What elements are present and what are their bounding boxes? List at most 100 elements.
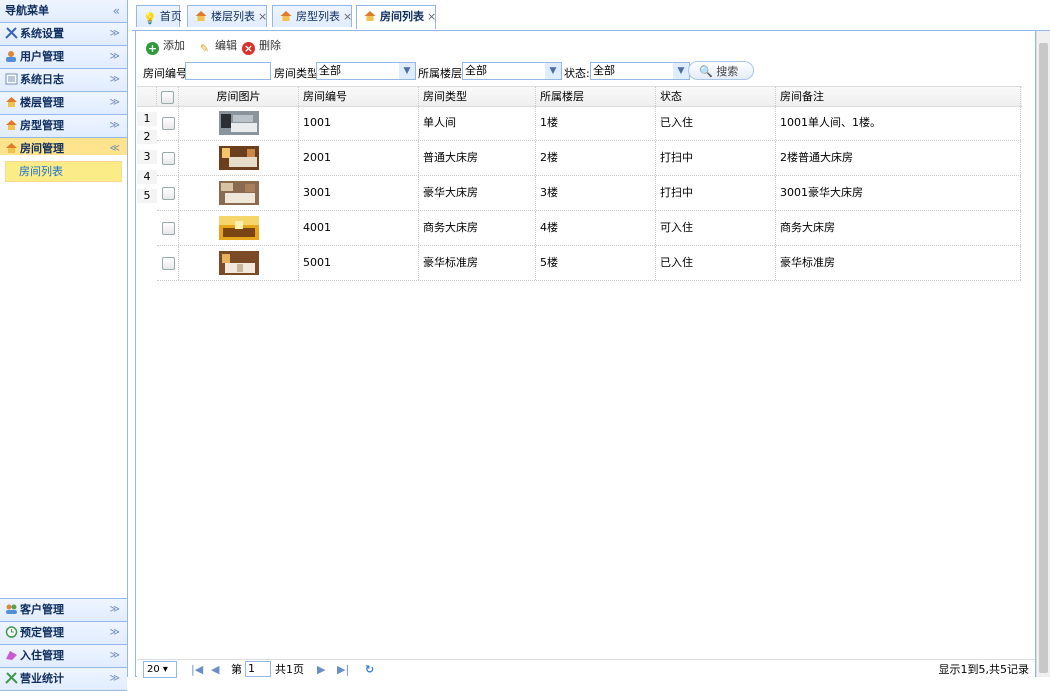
double-chevron-left-icon[interactable]: «	[113, 0, 120, 22]
chevron-down-icon[interactable]: ▼	[545, 63, 561, 79]
accordion-system-settings[interactable]: 系统设置 ≫	[0, 23, 127, 46]
close-icon[interactable]: ×	[343, 10, 352, 23]
row-number: 5	[137, 189, 157, 203]
row-checkbox[interactable]	[162, 151, 175, 165]
house-icon	[6, 143, 17, 153]
reserve-icon	[5, 626, 18, 638]
room-image-cell	[179, 141, 299, 175]
table-row[interactable]: 4001 商务大床房 4楼 可入住 商务大床房	[157, 211, 1021, 246]
chevron-down-icon: ≫	[109, 650, 120, 661]
accordion-floor-management[interactable]: 楼层管理 ≫	[0, 92, 127, 115]
first-page-icon[interactable]: |◀	[191, 662, 203, 678]
accordion-business-stats[interactable]: 营业统计 ≫	[0, 668, 127, 691]
accordion-label: 营业统计	[20, 672, 64, 685]
accordion-system-log[interactable]: 系统日志 ≫	[0, 69, 127, 92]
row-checkbox[interactable]	[162, 186, 175, 200]
delete-button[interactable]: × 删除	[242, 37, 281, 55]
accordion-label: 房型管理	[20, 119, 64, 132]
room-photo	[219, 181, 259, 205]
search-icon: 🔍	[699, 65, 713, 78]
floor-select[interactable]: 全部 ▼	[462, 62, 562, 80]
table-row[interactable]: 3001 豪华大床房 3楼 打扫中 3001豪华大床房	[157, 176, 1021, 211]
rownum-header	[137, 87, 157, 106]
column-header-room-type[interactable]: 房间类型	[419, 87, 536, 106]
add-button[interactable]: + 添加	[146, 37, 185, 55]
scrollbar-thumb[interactable]	[1039, 43, 1048, 673]
accordion-label: 用户管理	[20, 50, 64, 63]
grid-header: 房间图片 房间编号 房间类型 所属楼层 状态 房间备注	[137, 86, 1022, 107]
page-number-input[interactable]: 1	[245, 661, 271, 677]
search-button[interactable]: 🔍 搜索	[688, 61, 754, 80]
last-page-icon[interactable]: ▶|	[337, 662, 349, 678]
house-icon	[6, 97, 17, 107]
nav-sidebar: 导航菜单 « 系统设置 ≫ 用户管理 ≫ 系统日志 ≫ 楼层管理 ≫ 房型管理 …	[0, 0, 128, 691]
chevron-down-icon: ≫	[109, 51, 120, 62]
sidebar-item-room-list[interactable]: 房间列表	[5, 161, 122, 182]
room-type-cell: 商务大床房	[419, 211, 536, 245]
pager-summary: 显示1到5,共5记录	[938, 663, 1030, 676]
select-all-checkbox[interactable]	[161, 90, 174, 104]
accordion-label: 系统设置	[20, 27, 64, 40]
pencil-icon: ✎	[199, 42, 210, 55]
nav-title: 导航菜单	[5, 4, 49, 17]
room-photo	[219, 146, 259, 170]
tab-floor-list[interactable]: 楼层列表 ×	[187, 5, 267, 27]
tab-roomtype-list[interactable]: 房型列表 ×	[272, 5, 352, 27]
status-select[interactable]: 全部 ▼	[590, 62, 690, 80]
column-header-room-no[interactable]: 房间编号	[299, 87, 419, 106]
tab-label: 房间列表	[380, 10, 424, 23]
chevron-down-icon[interactable]: ▼	[673, 63, 689, 79]
close-icon[interactable]: ×	[258, 10, 267, 23]
chevron-down-icon[interactable]: ▼	[399, 63, 415, 79]
room-management-panel: 房间列表	[0, 155, 127, 599]
prev-page-icon[interactable]: ◀	[211, 662, 219, 678]
column-header-status[interactable]: 状态	[656, 87, 776, 106]
edit-label: 编辑	[215, 39, 237, 52]
vertical-scrollbar[interactable]	[1036, 31, 1050, 677]
close-icon[interactable]: ×	[427, 10, 436, 23]
tab-home[interactable]: 💡 首页	[136, 5, 182, 27]
room-image-cell	[179, 106, 299, 140]
room-photo	[219, 111, 259, 135]
column-header-image[interactable]: 房间图片	[179, 87, 299, 106]
accordion-roomtype-management[interactable]: 房型管理 ≫	[0, 115, 127, 138]
refresh-icon[interactable]: ↻	[365, 662, 374, 678]
accordion-user-management[interactable]: 用户管理 ≫	[0, 46, 127, 69]
status-value: 全部	[593, 64, 615, 77]
tab-label: 楼层列表	[211, 10, 255, 23]
accordion-label: 楼层管理	[20, 96, 64, 109]
total-pages: 共1页	[275, 663, 304, 676]
delete-label: 删除	[259, 39, 281, 52]
select-all-checkbox-cell	[157, 87, 179, 106]
row-checkbox[interactable]	[162, 116, 175, 130]
tools-icon	[5, 27, 18, 39]
chevron-down-icon: ≫	[109, 97, 120, 108]
note-cell: 3001豪华大床房	[776, 176, 1021, 210]
accordion-checkin-management[interactable]: 入住管理 ≫	[0, 645, 127, 668]
column-header-note[interactable]: 房间备注	[776, 87, 1021, 106]
room-type-select[interactable]: 全部 ▼	[316, 62, 416, 80]
nav-header: 导航菜单 «	[0, 0, 127, 23]
row-number: 2	[137, 130, 157, 144]
row-number: 4	[137, 170, 157, 184]
accordion-customer-management[interactable]: 客户管理 ≫	[0, 599, 127, 622]
edit-button[interactable]: ✎ 编辑	[198, 37, 237, 55]
row-checkbox[interactable]	[162, 221, 175, 235]
column-header-floor[interactable]: 所属楼层	[536, 87, 656, 106]
chevron-down-icon: ≫	[109, 673, 120, 684]
chevron-down-icon: ≫	[109, 604, 120, 615]
tab-room-list[interactable]: 房间列表 ×	[356, 5, 436, 29]
row-checkbox[interactable]	[162, 256, 175, 270]
row-number: 3	[137, 150, 157, 164]
table-row[interactable]: 1001 单人间 1楼 已入住 1001单人间、1楼。	[157, 106, 1021, 141]
accordion-reservation-management[interactable]: 预定管理 ≫	[0, 622, 127, 645]
row-checkbox-cell	[157, 211, 179, 245]
table-row[interactable]: 5001 豪华标准房 5楼 已入住 豪华标准房	[157, 246, 1021, 281]
next-page-icon[interactable]: ▶	[317, 662, 325, 678]
table-row[interactable]: 2001 普通大床房 2楼 打扫中 2楼普通大床房	[157, 141, 1021, 176]
room-no-input[interactable]	[185, 62, 271, 80]
row-checkbox-cell	[157, 141, 179, 175]
status-cell: 打扫中	[656, 141, 776, 175]
page-size-select[interactable]: 20 ▾	[143, 661, 177, 678]
room-no-label: 房间编号:	[143, 67, 191, 80]
